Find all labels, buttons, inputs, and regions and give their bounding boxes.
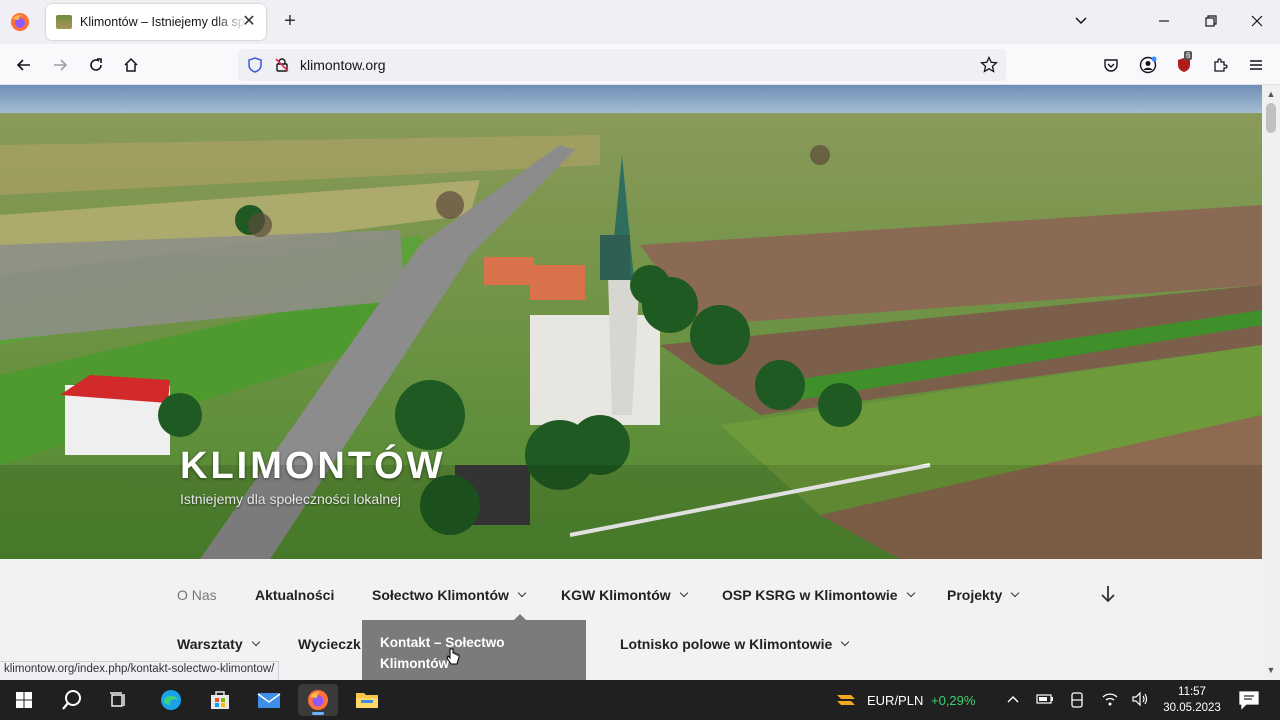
clock-time: 11:57 [1178, 686, 1206, 698]
scroll-down-icon[interactable]: ▼ [1266, 665, 1276, 675]
menu-item-wycieczki[interactable]: Wycieczk [298, 636, 361, 652]
scrollbar-thumb[interactable] [1266, 103, 1276, 133]
menu-item-warsztaty[interactable]: Warsztaty [177, 636, 260, 652]
close-tab-icon[interactable]: ✕ [240, 13, 258, 31]
windows-start-icon[interactable] [4, 684, 44, 716]
page-scrollbar[interactable]: ▲ ▼ [1262, 85, 1280, 680]
stocks-widget-icon[interactable] [835, 689, 857, 716]
scroll-down-arrow-icon[interactable] [1099, 584, 1117, 609]
chevron-down-icon [841, 637, 850, 647]
menu-item-aktualnosci[interactable]: Aktualności [255, 587, 334, 603]
scroll-up-icon[interactable]: ▲ [1266, 89, 1276, 99]
hamburger-menu-icon[interactable] [1243, 52, 1269, 78]
lock-insecure-icon[interactable] [274, 57, 290, 78]
menu-item-label: OSP KSRG w Klimontowie [722, 587, 898, 603]
clock-date: 30.05.2023 [1163, 702, 1221, 714]
shield-icon[interactable] [247, 57, 263, 78]
status-link-url: klimontow.org/index.php/kontakt-solectwo… [0, 661, 280, 680]
new-tab-icon[interactable]: + [280, 11, 300, 31]
bookmark-star-icon[interactable] [980, 55, 998, 79]
windows-taskbar: EUR/PLN +0,29% 11:57 30.05.2023 [0, 680, 1280, 720]
mail-icon[interactable] [249, 684, 289, 716]
menu-item-projekty[interactable]: Projekty [947, 587, 1020, 603]
list-tabs-chevron-icon[interactable] [1069, 10, 1093, 34]
hand-cursor-icon [446, 648, 460, 671]
chevron-down-icon [679, 588, 688, 598]
microsoft-store-icon[interactable] [200, 684, 240, 716]
firefox-taskbar-icon[interactable] [298, 684, 338, 716]
chevron-down-icon [1011, 588, 1020, 598]
home-icon[interactable] [118, 52, 144, 78]
notifications-icon[interactable] [1238, 689, 1260, 716]
hero-banner: KLIMONTÓW Istniejemy dla społeczności lo… [0, 85, 1262, 559]
file-explorer-icon[interactable] [347, 684, 387, 716]
reload-icon[interactable] [83, 52, 109, 78]
back-arrow-icon[interactable] [11, 52, 37, 78]
site-tagline: Istniejemy dla społeczności lokalnej [180, 491, 401, 507]
submenu-item-kontakt[interactable]: Kontakt – Sołectwo Klimontów [380, 632, 550, 674]
menu-item-label: O Nas [177, 587, 217, 603]
chevron-down-icon [517, 588, 527, 598]
forward-arrow-icon[interactable] [47, 52, 73, 78]
pocket-icon[interactable] [1098, 52, 1124, 78]
solectwo-submenu: Kontakt – Sołectwo Klimontów [362, 620, 586, 680]
menu-item-label: Aktualności [255, 587, 335, 603]
navigation-toolbar: klimontow.org 6 [0, 44, 1280, 85]
menu-item-o-nas[interactable]: O Nas [177, 587, 217, 603]
menu-item-label: Sołectwo Klimontów [372, 587, 509, 603]
volume-icon[interactable] [1131, 691, 1149, 712]
extensions-puzzle-icon[interactable] [1207, 52, 1233, 78]
tab-klimontow[interactable]: Klimontów – Istniejemy dla społeczności … [46, 4, 266, 40]
menu-item-lotnisko[interactable]: Lotnisko polowe w Klimontowie [620, 636, 850, 652]
ublock-shield-icon[interactable]: 6 [1171, 51, 1197, 78]
search-icon[interactable] [52, 684, 92, 716]
site-favicon-icon [56, 15, 72, 29]
task-view-icon[interactable] [99, 684, 139, 716]
firefox-icon[interactable] [10, 12, 30, 32]
edge-icon[interactable] [151, 684, 191, 716]
url-text[interactable]: klimontow.org [300, 57, 386, 73]
meet-now-icon[interactable] [1069, 691, 1085, 714]
show-hidden-icons-chevron-up-icon[interactable] [1006, 692, 1020, 711]
menu-item-kgw[interactable]: KGW Klimontów [561, 587, 688, 603]
menu-item-label: Projekty [947, 587, 1003, 603]
close-window-icon[interactable] [1245, 10, 1269, 34]
menu-item-osp[interactable]: OSP KSRG w Klimontowie [722, 587, 915, 603]
account-icon[interactable] [1135, 52, 1161, 78]
currency-pair[interactable]: EUR/PLN [867, 693, 923, 708]
site-title[interactable]: KLIMONTÓW [180, 445, 446, 488]
chevron-down-icon [906, 588, 915, 598]
extension-badge: 6 [1184, 51, 1193, 60]
menu-item-solectwo[interactable]: Sołectwo Klimontów [372, 587, 527, 603]
chevron-down-icon [251, 637, 260, 647]
restore-icon[interactable] [1199, 10, 1223, 34]
tab-strip: Klimontów – Istniejemy dla społeczności … [0, 0, 1280, 44]
menu-item-label: Wycieczk [298, 636, 361, 652]
battery-icon[interactable] [1036, 692, 1054, 711]
minimize-icon[interactable] [1152, 10, 1176, 34]
wifi-icon[interactable] [1101, 691, 1119, 712]
taskbar-clock[interactable]: 11:57 30.05.2023 [1150, 684, 1234, 716]
menu-item-label: Lotnisko polowe w Klimontowie [620, 636, 833, 652]
menu-item-label: KGW Klimontów [561, 587, 671, 603]
url-bar[interactable]: klimontow.org [238, 49, 1006, 81]
currency-change: +0,29% [931, 693, 976, 708]
menu-item-label: Warsztaty [177, 636, 243, 652]
tab-title: Klimontów – Istniejemy dla społeczności … [80, 15, 248, 29]
